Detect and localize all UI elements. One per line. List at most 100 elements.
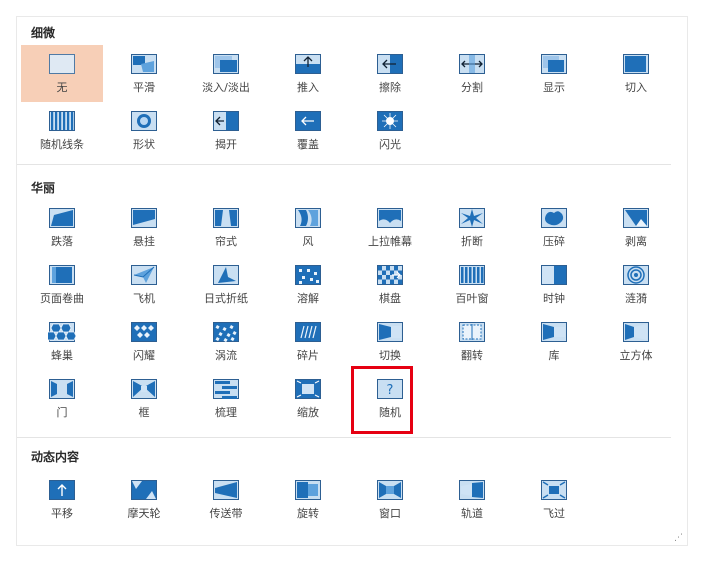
transition-label: 随机线条 [40, 138, 84, 151]
transition-cover[interactable]: 覆盖 [267, 102, 349, 159]
transition-fall-over[interactable]: 跌落 [21, 199, 103, 256]
fly-through-icon [541, 480, 567, 500]
transition-peel-off[interactable]: 剥离 [595, 199, 677, 256]
transition-label: 切换 [379, 349, 401, 362]
clock-icon [541, 265, 567, 285]
switch-icon [377, 322, 403, 342]
ripple-icon [623, 265, 649, 285]
transition-honeycomb[interactable]: 蜂巢 [21, 313, 103, 370]
flip-icon [459, 322, 485, 342]
resize-grip-icon[interactable]: ⋰ [674, 533, 683, 543]
transition-zoom[interactable]: 缩放 [267, 370, 349, 427]
transition-doors[interactable]: 门 [21, 370, 103, 427]
box-icon [131, 379, 157, 399]
transition-shred[interactable]: 碎片 [267, 313, 349, 370]
transition-push[interactable]: 推入 [267, 45, 349, 102]
transition-pan[interactable]: 平移 [21, 471, 103, 528]
transition-cube[interactable]: 立方体 [595, 313, 677, 370]
shred-icon [295, 322, 321, 342]
transition-label: 梳理 [215, 406, 237, 419]
transition-uncover[interactable]: 揭开 [185, 102, 267, 159]
transition-glitter[interactable]: 闪耀 [103, 313, 185, 370]
blinds-icon [459, 265, 485, 285]
wind-icon [295, 208, 321, 228]
transition-label: 百叶窗 [455, 292, 489, 305]
curtains-icon [213, 208, 239, 228]
glitter-icon [131, 322, 157, 342]
transition-switch[interactable]: 切换 [349, 313, 431, 370]
transition-ripple[interactable]: 涟漪 [595, 256, 677, 313]
transition-wipe[interactable]: 擦除 [349, 45, 431, 102]
wipe-icon [377, 54, 403, 74]
transition-cut[interactable]: 切入 [595, 45, 677, 102]
transition-label: 碎片 [297, 349, 319, 362]
transition-fade[interactable]: 淡入/淡出 [185, 45, 267, 102]
transition-crush[interactable]: 压碎 [513, 199, 595, 256]
transition-flip[interactable]: 翻转 [431, 313, 513, 370]
transition-flash[interactable]: 闪光 [349, 102, 431, 159]
transition-label: 闪光 [379, 138, 401, 151]
transition-label: 推入 [297, 81, 319, 94]
window-icon [377, 480, 403, 500]
uncover-icon [213, 111, 239, 131]
transition-box[interactable]: 框 [103, 370, 185, 427]
transition-label: 溶解 [297, 292, 319, 305]
fade-icon [213, 54, 239, 74]
transition-morph[interactable]: 平滑 [103, 45, 185, 102]
transition-split[interactable]: 分割 [431, 45, 513, 102]
transition-wind[interactable]: 风 [267, 199, 349, 256]
transition-none[interactable]: 无 [21, 45, 103, 102]
transition-vortex[interactable]: 涡流 [185, 313, 267, 370]
transition-label: 形状 [133, 138, 155, 151]
transition-label: 传送带 [209, 507, 243, 520]
dynamic-content-grid: 平移 摩天轮 传送带 旋转 窗口 轨道 飞过 [21, 471, 677, 528]
transition-shape[interactable]: 形状 [103, 102, 185, 159]
transition-window[interactable]: 窗口 [349, 471, 431, 528]
transition-drape[interactable]: 悬挂 [103, 199, 185, 256]
transition-fly-through[interactable]: 飞过 [513, 471, 595, 528]
transition-label: 飞过 [543, 507, 565, 520]
cube-icon [623, 322, 649, 342]
transition-label: 擦除 [379, 81, 401, 94]
zoom-icon [295, 379, 321, 399]
transition-label: 飞机 [133, 292, 155, 305]
transition-prestige[interactable]: 上拉帷幕 [349, 199, 431, 256]
transition-conveyor[interactable]: 传送带 [185, 471, 267, 528]
transition-ferris-wheel[interactable]: 摩天轮 [103, 471, 185, 528]
subtle-transitions-grid: 无 平滑 淡入/淡出 推入 擦除 分割 显示 切入随机线条 形状 揭开 覆盖 闪光 [21, 45, 677, 159]
transition-dissolve[interactable]: 溶解 [267, 256, 349, 313]
transition-curtains[interactable]: 帘式 [185, 199, 267, 256]
transition-label: 显示 [543, 81, 565, 94]
transition-fracture[interactable]: 折断 [431, 199, 513, 256]
transition-orbit[interactable]: 轨道 [431, 471, 513, 528]
transition-label: 棋盘 [379, 292, 401, 305]
transition-random-bars[interactable]: 随机线条 [21, 102, 103, 159]
transition-label: 覆盖 [297, 138, 319, 151]
transition-label: 立方体 [619, 349, 653, 362]
transition-blinds[interactable]: 百叶窗 [431, 256, 513, 313]
transition-label: 揭开 [215, 138, 237, 151]
transition-page-curl[interactable]: 页面卷曲 [21, 256, 103, 313]
transition-label: 日式折纸 [204, 292, 248, 305]
fall-over-icon [49, 208, 75, 228]
push-icon [295, 54, 321, 74]
gallery-icon [541, 322, 567, 342]
comb-icon [213, 379, 239, 399]
transition-rotate[interactable]: 旋转 [267, 471, 349, 528]
transition-reveal[interactable]: 显示 [513, 45, 595, 102]
transition-clock[interactable]: 时钟 [513, 256, 595, 313]
section-title-dynamic: 动态内容 [31, 450, 80, 464]
pan-icon [49, 480, 75, 500]
conveyor-icon [213, 480, 239, 500]
doors-icon [49, 379, 75, 399]
flash-icon [377, 111, 403, 131]
transition-checkerboard[interactable]: 棋盘 [349, 256, 431, 313]
transition-comb[interactable]: 梳理 [185, 370, 267, 427]
transition-gallery[interactable]: 库 [513, 313, 595, 370]
page-curl-icon [49, 265, 75, 285]
origami-icon [213, 265, 239, 285]
transition-label: 门 [56, 406, 68, 419]
transition-airplane[interactable]: 飞机 [103, 256, 185, 313]
transition-label: 框 [138, 406, 150, 419]
transition-origami[interactable]: 日式折纸 [185, 256, 267, 313]
